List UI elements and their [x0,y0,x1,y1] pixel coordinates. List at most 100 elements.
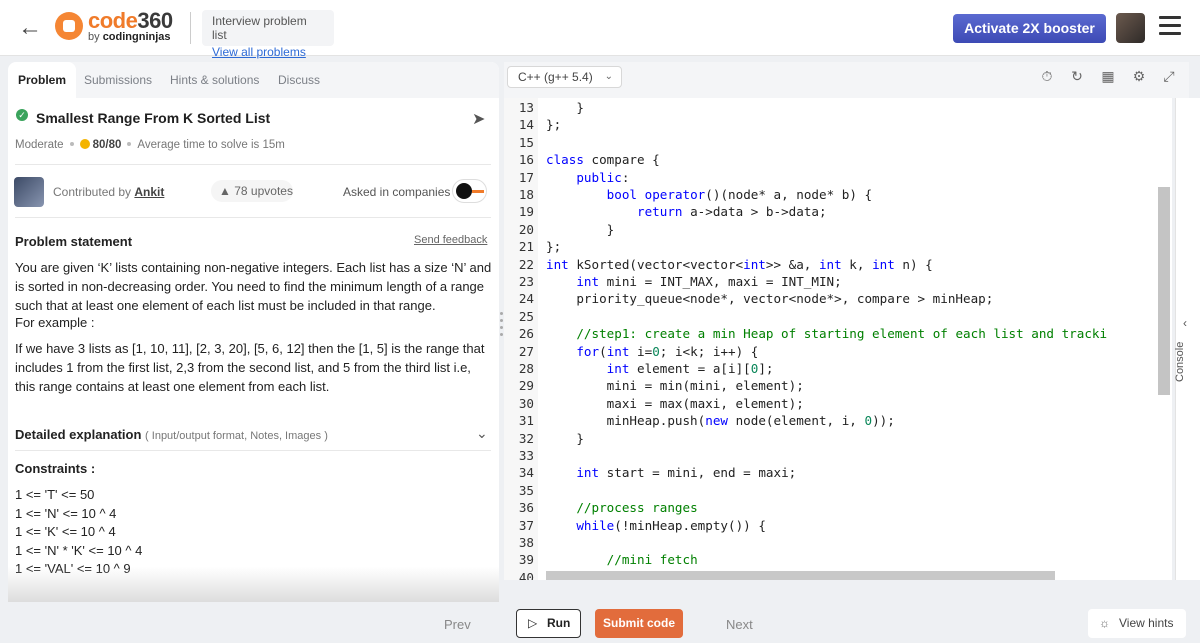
code-line[interactable]: 19 return a->data > b->data; [504,203,1172,220]
code-editor[interactable]: 13 } 14}; 15 16 class compare {17 public: 18 … [504,98,1172,580]
code-line[interactable]: 30 maxi = max(maxi, element); [504,395,1172,412]
code-line[interactable]: 35 [504,482,1172,499]
line-number: 39 [518,552,534,568]
code-text[interactable]: for(int i=0; i<k; i++) { [546,343,758,360]
fullscreen-icon[interactable]: ⤢ [1161,68,1177,84]
layout-icon[interactable]: ▦ [1100,68,1116,84]
code-text[interactable]: priority_queue<node*, vector<node*>, com… [546,290,993,307]
console-label[interactable]: Console [1174,322,1186,382]
code-line[interactable]: 33 [504,447,1172,464]
timer-icon[interactable]: ⏱ [1039,68,1055,84]
code-line[interactable]: 39 //mini fetch [504,551,1172,568]
chevron-down-icon[interactable]: ⌄ [476,425,488,442]
tab-discuss[interactable]: Discuss [278,73,320,87]
code-line[interactable]: 20 } [504,221,1172,238]
next-button[interactable]: Next [726,617,753,632]
code-text[interactable]: mini = min(mini, element); [546,377,804,394]
code-text[interactable]: } [546,430,584,447]
code-text[interactable]: maxi = max(maxi, element); [546,395,804,412]
share-icon[interactable]: ➤ [472,109,485,129]
code-line[interactable]: 32 } [504,430,1172,447]
breadcrumb: Interview problem list View all problems [202,10,334,59]
problem-title: Smallest Range From K Sorted List [36,110,271,126]
code-text[interactable]: //mini fetch [546,551,698,568]
reset-code-icon[interactable]: ↻ [1069,68,1085,84]
code-line[interactable]: 31 minHeap.push(new node(element, i, 0))… [504,412,1172,429]
code-line[interactable]: 13 } [504,99,1172,116]
settings-gear-icon[interactable]: ⚙ [1131,68,1147,84]
tab-hints-solutions[interactable]: Hints & solutions [170,73,259,87]
problem-meta: Moderate 80/80 Average time to solve is 15… [15,139,285,151]
code-text[interactable]: int start = mini, end = maxi; [546,464,796,481]
code-text[interactable]: } [546,221,615,238]
run-button[interactable]: ▷ Run [516,609,581,638]
code-text[interactable]: //process ranges [546,499,697,516]
prev-button[interactable]: Prev [444,617,471,632]
code-line[interactable]: 26 //step1: create a min Heap of startin… [504,325,1172,342]
code-line[interactable]: 17 public: [504,169,1172,186]
code-line[interactable]: 29 mini = min(mini, element); [504,377,1172,394]
line-number: 25 [518,308,534,324]
code-text[interactable]: int kSorted(vector<vector<int>> &a, int … [546,256,933,273]
code-line[interactable]: 34 int start = mini, end = maxi; [504,464,1172,481]
code-text[interactable]: return a->data > b->data; [546,203,827,220]
code-line[interactable]: 23 int mini = INT_MAX, maxi = INT_MIN; [504,273,1172,290]
problem-description: You are given ‘K’ lists containing non-n… [15,260,492,313]
submit-code-button[interactable]: Submit code [595,609,683,638]
send-feedback-link[interactable]: Send feedback [414,234,487,246]
code-text[interactable]: public: [546,169,629,186]
editor-vertical-scrollbar[interactable] [1158,187,1170,395]
code-line[interactable]: 37 while(!minHeap.empty()) { [504,517,1172,534]
user-avatar[interactable] [1116,13,1145,43]
line-number: 26 [518,326,534,342]
difficulty-label: Moderate [15,139,64,151]
line-number: 16 [518,152,534,168]
code-line[interactable]: 36 //process ranges [504,499,1172,516]
code-line[interactable]: 21}; [504,238,1172,255]
code-text[interactable]: } [546,99,584,116]
code-text[interactable]: bool operator()(node* a, node* b) { [546,186,872,203]
code-text[interactable]: class compare { [546,151,660,168]
tab-submissions[interactable]: Submissions [84,73,152,87]
asked-in-companies: Asked in companies [343,185,451,199]
view-all-problems-link[interactable]: View all problems [212,45,324,59]
tab-problem[interactable]: Problem [8,62,77,98]
activate-booster-button[interactable]: Activate 2X booster [953,14,1106,43]
code-text[interactable]: //step1: create a min Heap of starting e… [546,325,1107,342]
code-line[interactable]: 16 class compare { [504,151,1172,168]
line-number: 29 [518,378,534,394]
upvotes-button[interactable]: ▲ 78 upvotes [211,180,293,202]
view-hints-button[interactable]: ☼ View hints [1088,609,1186,638]
example-label: For example : [15,315,95,330]
company-logo-icon[interactable] [452,179,487,203]
code-line[interactable]: 38 [504,534,1172,551]
code-text[interactable]: }; [546,238,561,255]
line-number: 32 [518,430,534,446]
code-line[interactable]: 22 int kSorted(vector<vector<int>> &a, in… [504,256,1172,273]
detailed-explanation-toggle[interactable]: Detailed explanation ( Input/output form… [15,427,328,442]
code-text[interactable]: minHeap.push(new node(element, i, 0)); [546,412,895,429]
code-line[interactable]: 14}; [504,116,1172,133]
code-line[interactable]: 27 for(int i=0; i<k; i++) { [504,343,1172,360]
code-text[interactable]: int element = a[i][0]; [546,360,774,377]
code-line[interactable]: 15 [504,134,1172,151]
logo-byline: by codingninjas [88,31,171,43]
code-line[interactable]: 25 [504,308,1172,325]
code-text[interactable]: while(!minHeap.empty()) { [546,517,766,534]
chevron-down-icon: ⌄ [604,71,613,82]
back-arrow-icon[interactable]: ← [16,14,44,42]
code-text[interactable]: }; [546,116,561,133]
arrow-up-icon: ▲ [219,184,231,198]
line-number: 21 [518,239,534,255]
contributor-link[interactable]: Ankit [134,185,164,199]
constraint-item: 1 <= 'N' <= 10 ^ 4 [15,505,117,521]
code-line[interactable]: 24 priority_queue<node*, vector<node*>, … [504,290,1172,307]
code-text[interactable]: int mini = INT_MAX, maxi = INT_MIN; [546,273,841,290]
language-select[interactable]: C++ (g++ 5.4) ⌄ [507,66,622,88]
editor-horizontal-scrollbar[interactable] [546,571,1055,580]
hamburger-menu-icon[interactable] [1159,16,1181,38]
constraints-title: Constraints : [15,461,96,476]
line-number: 18 [518,187,534,202]
code-line[interactable]: 28 int element = a[i][0]; [504,360,1172,377]
code-line[interactable]: 18 bool operator()(node* a, node* b) { [504,186,1172,203]
